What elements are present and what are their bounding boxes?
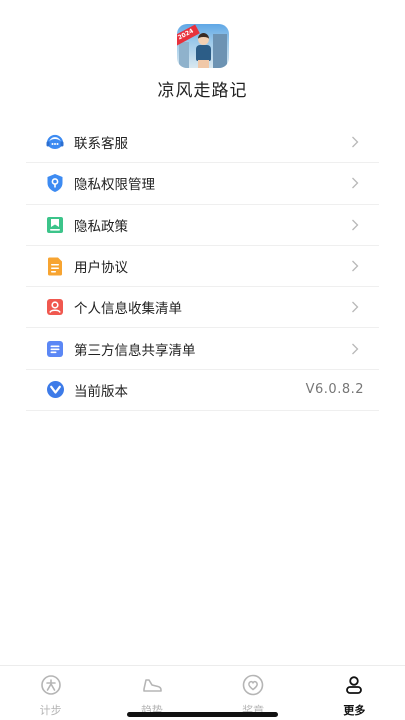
tab-step-count[interactable]: 计步: [0, 666, 101, 720]
menu-item-label: 当前版本: [74, 383, 128, 400]
character-legs: [198, 60, 209, 68]
menu-item-privacy-policy[interactable]: 隐私政策: [26, 205, 379, 246]
chevron-right-icon: [349, 136, 361, 148]
menu-item-label: 隐私权限管理: [74, 177, 155, 194]
app-title: 凉风走路记: [157, 81, 248, 101]
medal-heart-icon: [242, 674, 264, 700]
menu-item-label: 个人信息收集清单: [74, 301, 182, 318]
character-body: [196, 45, 211, 61]
customer-service-icon: [45, 132, 65, 152]
menu-item-label: 第三方信息共享清单: [74, 342, 196, 359]
app-logo-icon: 2024: [177, 24, 229, 68]
tab-label: 计步: [39, 704, 62, 717]
character-head: [198, 33, 209, 45]
menu-item-personal-info-list[interactable]: 个人信息收集清单: [26, 287, 379, 329]
chevron-right-icon: [349, 219, 361, 231]
tab-more[interactable]: 更多: [304, 666, 405, 720]
version-icon: [45, 380, 65, 400]
tab-label: 更多: [343, 704, 366, 717]
chevron-right-icon: [349, 260, 361, 272]
building-shape: [213, 34, 227, 68]
menu-item-label: 隐私政策: [74, 218, 128, 235]
trend-shoe-icon: [141, 674, 163, 700]
menu-item-user-agreement[interactable]: 用户协议: [26, 246, 379, 288]
personal-info-icon: [45, 297, 65, 317]
version-number: V6.0.8.2: [305, 382, 364, 398]
chevron-right-icon: [349, 177, 361, 189]
building-shape: [179, 42, 189, 68]
menu-item-third-party-sharing[interactable]: 第三方信息共享清单: [26, 328, 379, 370]
policy-bookmark-icon: [45, 215, 65, 235]
third-party-list-icon: [45, 339, 65, 359]
menu-item-label: 联系客服: [74, 136, 128, 153]
menu-item-label: 用户协议: [74, 260, 128, 277]
menu-item-current-version: 当前版本 V6.0.8.2: [26, 370, 379, 412]
chevron-right-icon: [349, 301, 361, 313]
more-person-icon: [343, 674, 365, 700]
step-count-icon: [40, 674, 62, 700]
agreement-document-icon: [45, 256, 65, 276]
privacy-shield-icon: [45, 173, 65, 193]
menu-item-privacy-permissions[interactable]: 隐私权限管理: [26, 163, 379, 205]
menu-item-customer-service[interactable]: 联系客服: [26, 122, 379, 164]
chevron-right-icon: [349, 343, 361, 355]
home-indicator: [127, 712, 278, 717]
settings-menu: 联系客服 隐私权限管理 隐私政策 用户协议 个人信息收集清单 第三方信息共享清单…: [26, 122, 379, 412]
settings-screen: 2024 凉风走路记 联系客服 隐私权限管理 隐私政策 用户协议 个人信息收集清…: [0, 0, 405, 720]
